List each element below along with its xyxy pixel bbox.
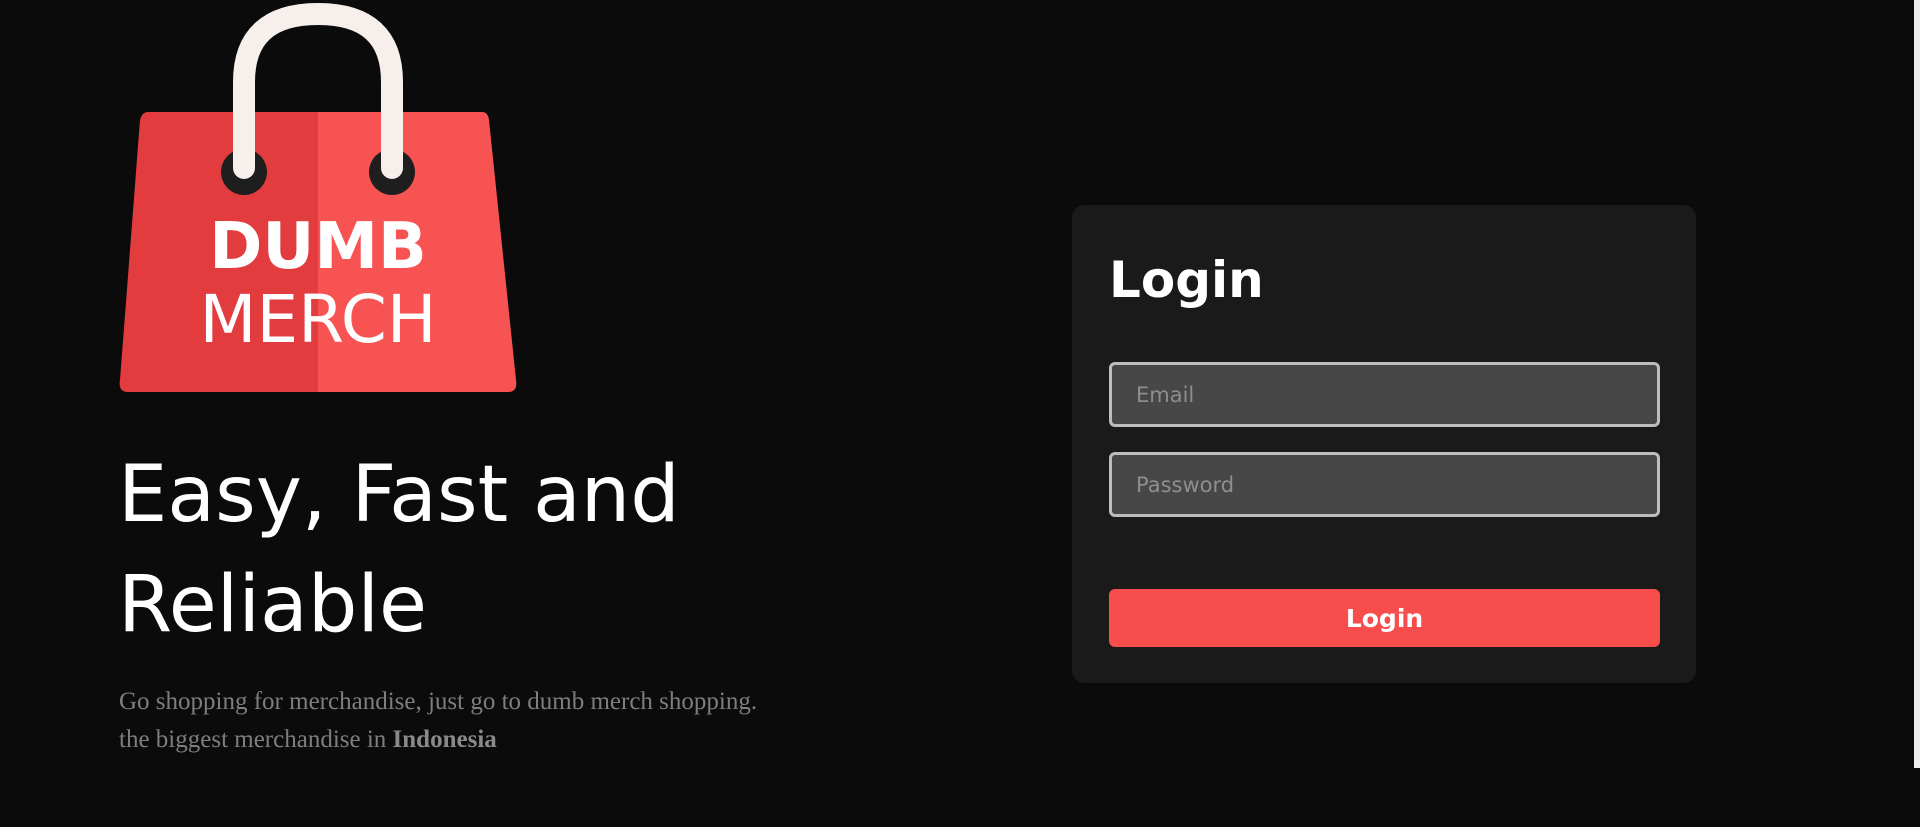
hero-title: Easy, Fast and Reliable (118, 450, 680, 650)
email-field[interactable] (1109, 362, 1660, 427)
hero-description-emphasis: Indonesia (392, 726, 497, 753)
login-title: Login (1109, 251, 1264, 309)
password-field[interactable] (1109, 452, 1660, 517)
shopping-bag-icon: DUMB MERCH (119, 2, 517, 392)
hero-description: Go shopping for merchandise, just go to … (119, 683, 759, 759)
login-button[interactable]: Login (1109, 589, 1660, 647)
logo-text-dumb: DUMB (209, 210, 427, 284)
login-page: DUMB MERCH Easy, Fast and Reliable Go sh… (0, 0, 1920, 827)
dumb-merch-logo: DUMB MERCH (118, 0, 518, 395)
logo-text-merch: MERCH (200, 281, 437, 358)
scrollbar[interactable] (1914, 0, 1920, 768)
login-card: Login Login (1072, 205, 1696, 683)
